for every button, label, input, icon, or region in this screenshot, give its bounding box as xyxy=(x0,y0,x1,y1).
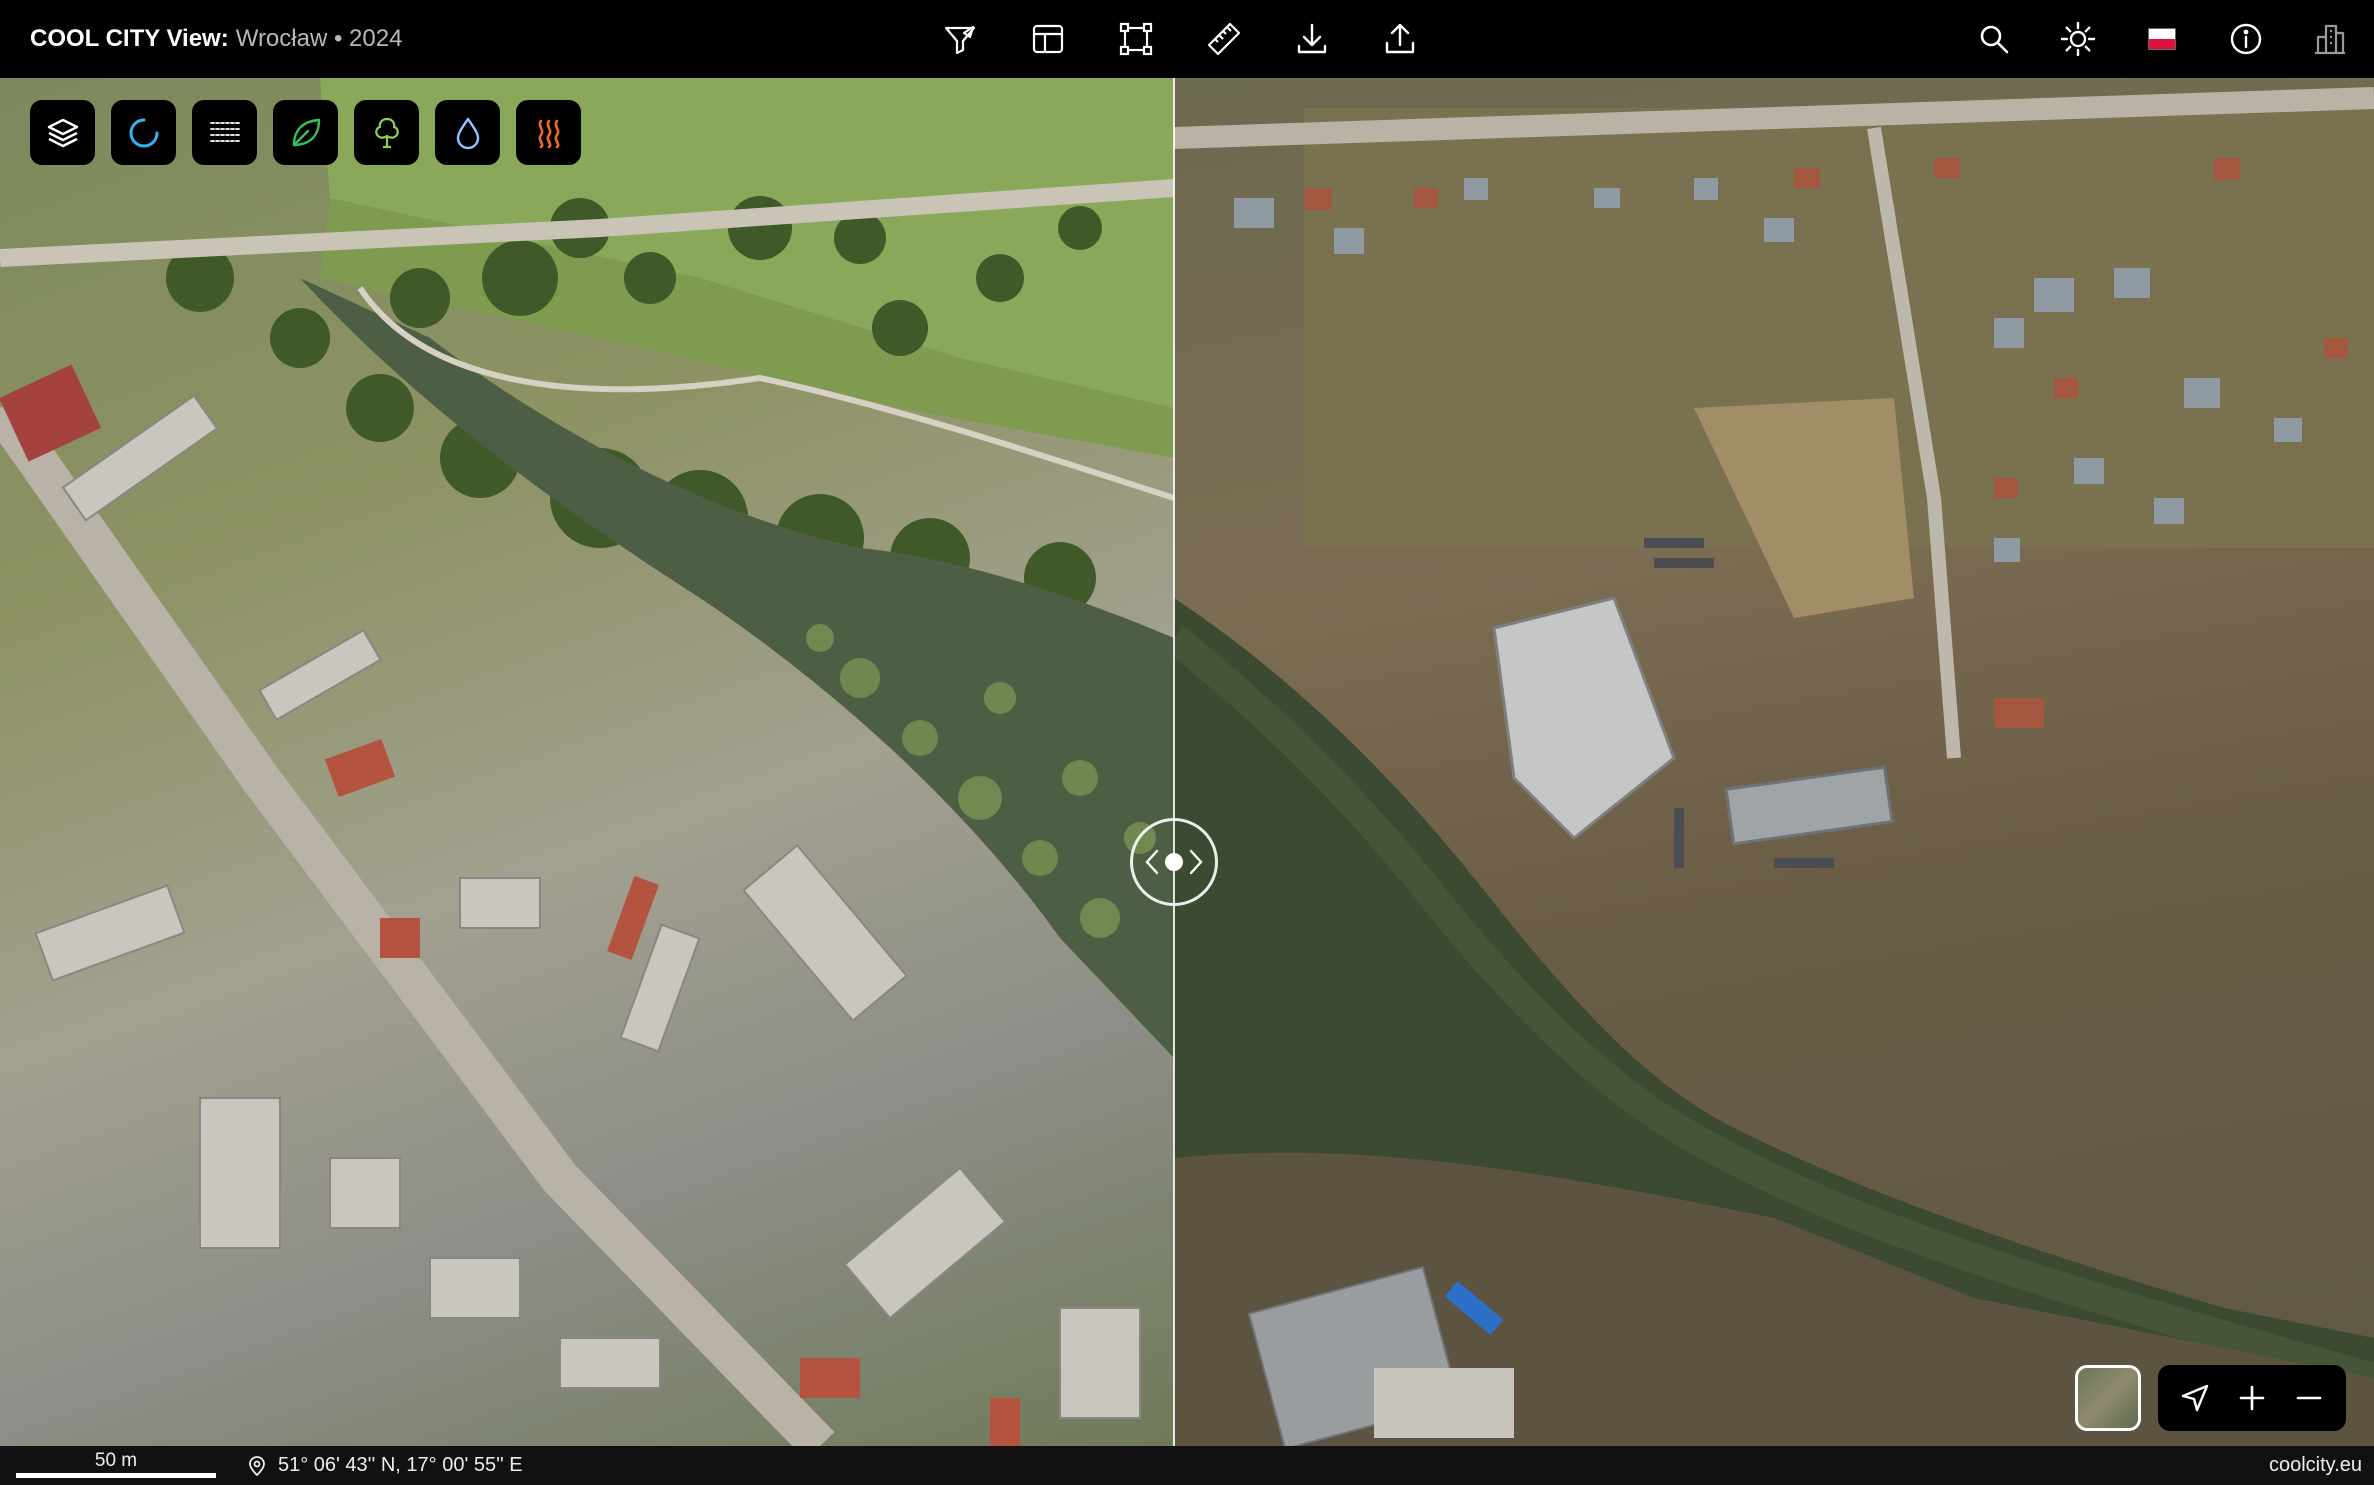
app-title: COOL CITY View: Wrocław • 2024 xyxy=(30,0,402,78)
sun-icon[interactable] xyxy=(2056,17,2100,61)
city-and-year: Wrocław • 2024 xyxy=(235,25,403,52)
compare-split-line[interactable] xyxy=(1173,78,1175,1446)
map-right-aerial[interactable] xyxy=(1174,78,2374,1446)
leaf-icon[interactable] xyxy=(273,100,338,165)
heat-waves-icon[interactable] xyxy=(516,100,581,165)
location-pin-icon xyxy=(249,1455,265,1476)
map-view[interactable] xyxy=(0,78,2374,1446)
coordinates-readout: 51° 06' 43'' N, 17° 00' 55'' E xyxy=(246,1446,523,1485)
layers-icon[interactable] xyxy=(30,100,95,165)
top-bar: COOL CITY View: Wrocław • 2024 xyxy=(0,0,2374,78)
map-left-aerial[interactable] xyxy=(0,78,1174,1446)
site-link[interactable]: coolcity.eu xyxy=(2269,1446,2362,1485)
info-icon[interactable] xyxy=(2224,17,2268,61)
location-arrow-icon[interactable] xyxy=(2170,1373,2220,1423)
chevron-left-icon xyxy=(1145,849,1159,875)
zoom-in-button[interactable] xyxy=(2227,1373,2277,1423)
scale-line xyxy=(16,1473,216,1478)
tree-icon[interactable] xyxy=(354,100,419,165)
coordinates-text: 51° 06' 43'' N, 17° 00' 55'' E xyxy=(278,1454,523,1476)
status-bar: 50 m 51° 06' 43'' N, 17° 00' 55'' E cool… xyxy=(0,1446,2374,1485)
ruler-icon[interactable] xyxy=(1202,17,1246,61)
water-drop-icon[interactable] xyxy=(435,100,500,165)
compare-slider-handle[interactable] xyxy=(1130,818,1218,906)
share-icon[interactable] xyxy=(1378,17,1422,61)
hatching-lines-icon[interactable] xyxy=(192,100,257,165)
select-area-icon[interactable] xyxy=(1114,17,1158,61)
download-icon[interactable] xyxy=(1290,17,1334,61)
chevron-right-icon xyxy=(1189,849,1203,875)
search-icon[interactable] xyxy=(1972,17,2016,61)
zoom-out-button[interactable] xyxy=(2284,1373,2334,1423)
map-controls xyxy=(2158,1365,2346,1431)
toolbar-right xyxy=(1972,0,2352,78)
app-brand: COOL CITY View: xyxy=(30,25,229,52)
loading-spinner-icon[interactable] xyxy=(111,100,176,165)
basemap-thumbnail[interactable] xyxy=(2075,1365,2141,1431)
city-buildings-icon[interactable] xyxy=(2308,17,2352,61)
layout-icon[interactable] xyxy=(1026,17,1070,61)
slider-dot xyxy=(1165,853,1183,871)
scale-label: 50 m xyxy=(94,1450,138,1471)
filter-icon[interactable] xyxy=(938,17,982,61)
toolbar-center xyxy=(938,0,1422,78)
scale-bar: 50 m xyxy=(16,1448,216,1483)
poland-flag-icon[interactable] xyxy=(2140,17,2184,61)
layer-toolbar xyxy=(30,100,581,165)
